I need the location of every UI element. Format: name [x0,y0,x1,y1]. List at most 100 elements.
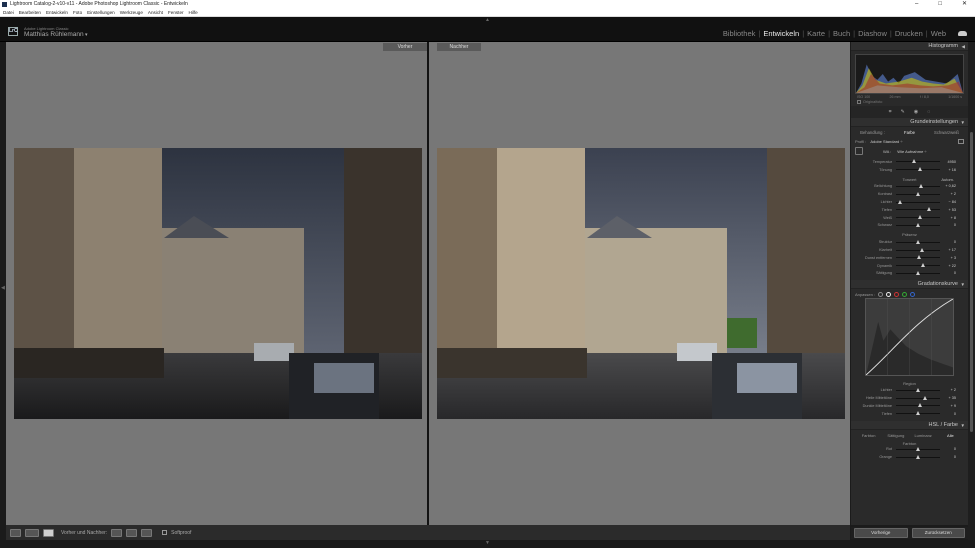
tone-curve-graph[interactable] [865,298,954,377]
slider-value[interactable]: + 16 [942,168,957,172]
slider-value[interactable]: 0 [942,412,956,416]
slider-value[interactable]: 4950 [942,160,956,164]
slider-row[interactable]: Tönung + 16 [851,166,968,174]
original-photo-toggle[interactable]: Originalfoto [857,100,962,104]
minimize-button[interactable]: – [915,0,918,9]
copy-before-to-after-button[interactable] [111,528,123,537]
identity-menu-icon[interactable]: ▾ [85,32,88,38]
module-drucken[interactable]: Drucken [892,29,926,38]
before-after-view-button[interactable] [43,528,54,537]
slider-value[interactable]: + 22 [942,264,957,268]
slider-track[interactable] [896,191,940,196]
menu-einstellungen[interactable]: Einstellungen [87,9,115,16]
curve-point-icon[interactable] [886,292,892,298]
profile-select[interactable]: Adobe Standard ÷ [870,139,902,144]
close-button[interactable]: ✕ [962,0,967,9]
histogram-graph[interactable] [855,54,964,94]
slider-value[interactable]: + 2 [942,388,956,392]
slider-value[interactable]: − 84 [942,200,957,204]
slider-thumb[interactable] [920,263,925,268]
reset-button[interactable]: Zurücksetzen [911,528,965,538]
slider-track[interactable] [896,454,940,459]
slider-thumb[interactable] [916,222,920,227]
curve-green-channel-icon[interactable] [902,292,908,298]
slider-value[interactable]: + 8 [942,216,956,220]
crop-tool-icon[interactable]: ⌗ [889,109,892,115]
copy-after-to-before-button[interactable] [126,528,138,537]
slider-thumb[interactable] [912,159,917,164]
slider-track[interactable] [896,159,940,164]
slider-value[interactable]: 0 [942,271,956,275]
curve-parametric-icon[interactable] [878,292,884,298]
masking-tool-icon[interactable]: ◌ [927,109,930,115]
collapse-top-panel-icon[interactable]: ▲ [485,17,490,23]
collapse-filmstrip-icon[interactable]: ▼ [485,540,490,546]
module-karte[interactable]: Karte [804,29,828,38]
slider-value[interactable]: 0 [942,240,956,244]
collapse-basic-icon[interactable]: ▼ [961,118,965,127]
slider-row[interactable]: Orange 0 [851,453,968,461]
treatment-color[interactable]: Farbe [891,129,928,136]
slider-track[interactable] [896,255,940,260]
slider-row[interactable]: Belichtung + 0,62 [851,183,968,191]
slider-value[interactable]: + 35 [942,396,957,400]
slider-row[interactable]: Temperatur 4950 [851,158,968,166]
slider-row[interactable]: Schwarz 0 [851,222,968,230]
slider-track[interactable] [896,263,940,268]
hsl-tab-hue[interactable]: Farbton [855,433,882,438]
collapse-hsl-icon[interactable]: ▼ [961,421,965,430]
slider-track[interactable] [896,247,940,252]
menu-werkzeuge[interactable]: Werkzeuge [120,9,143,16]
menu-entwickeln[interactable]: Entwickeln [46,9,68,16]
slider-track[interactable] [896,411,940,416]
slider-track[interactable] [896,183,940,188]
collapse-tone-curve-icon[interactable]: ▼ [961,280,965,289]
slider-track[interactable] [896,395,940,400]
menu-ansicht[interactable]: Ansicht [148,9,163,16]
slider-thumb[interactable] [927,207,932,212]
menu-hilfe[interactable]: Hilfe [189,9,198,16]
slider-row[interactable]: Tiefen 0 [851,410,968,418]
slider-row[interactable]: Helle Mitteltöne + 35 [851,394,968,402]
spot-removal-tool-icon[interactable]: ✎ [901,109,905,115]
slider-track[interactable] [896,207,940,212]
profile-browser-icon[interactable] [958,139,964,144]
slider-row[interactable]: Weiß + 8 [851,214,968,222]
before-photo[interactable] [14,148,422,419]
curve-blue-channel-icon[interactable] [910,292,916,298]
slider-row[interactable]: Dunst entfernen + 3 [851,254,968,262]
right-panel-scrollbar[interactable] [968,42,975,540]
slider-row[interactable]: Tiefen + 53 [851,206,968,214]
slider-thumb[interactable] [916,191,921,196]
collapse-left-panel-icon[interactable]: ◀ [1,285,5,291]
slider-track[interactable] [896,222,940,227]
slider-thumb[interactable] [918,183,923,188]
slider-value[interactable]: + 9 [942,404,956,408]
scrollbar-thumb[interactable] [970,132,973,432]
module-bibliothek[interactable]: Bibliothek [720,29,759,38]
curve-red-channel-icon[interactable] [894,292,900,298]
previous-button[interactable]: Vorherige [854,528,908,538]
slider-thumb[interactable] [916,255,921,260]
slider-track[interactable] [896,239,940,244]
slider-row[interactable]: Dunkle Mitteltöne + 9 [851,402,968,410]
slider-value[interactable]: + 53 [942,208,957,212]
slider-row[interactable]: Struktur 0 [851,238,968,246]
slider-track[interactable] [896,199,940,204]
softproof-checkbox[interactable] [162,530,168,535]
slider-value[interactable]: + 2 [942,192,956,196]
treatment-bw[interactable]: Schwarzweiß [928,129,965,136]
slider-value[interactable]: + 3 [942,256,956,260]
slider-row[interactable]: Rot 0 [851,446,968,454]
slider-thumb[interactable] [923,395,928,400]
slider-track[interactable] [896,387,940,392]
loupe-view-button[interactable] [10,528,21,537]
slider-thumb[interactable] [917,403,922,408]
hsl-tab-all[interactable]: Alle [937,433,964,438]
slider-row[interactable]: Sättigung 0 [851,270,968,278]
menu-datei[interactable]: Datei [3,9,14,16]
slider-thumb[interactable] [919,247,924,252]
red-eye-tool-icon[interactable]: ◉ [914,109,918,115]
slider-value[interactable]: + 0,62 [942,184,956,188]
reference-view-button[interactable] [25,528,39,537]
